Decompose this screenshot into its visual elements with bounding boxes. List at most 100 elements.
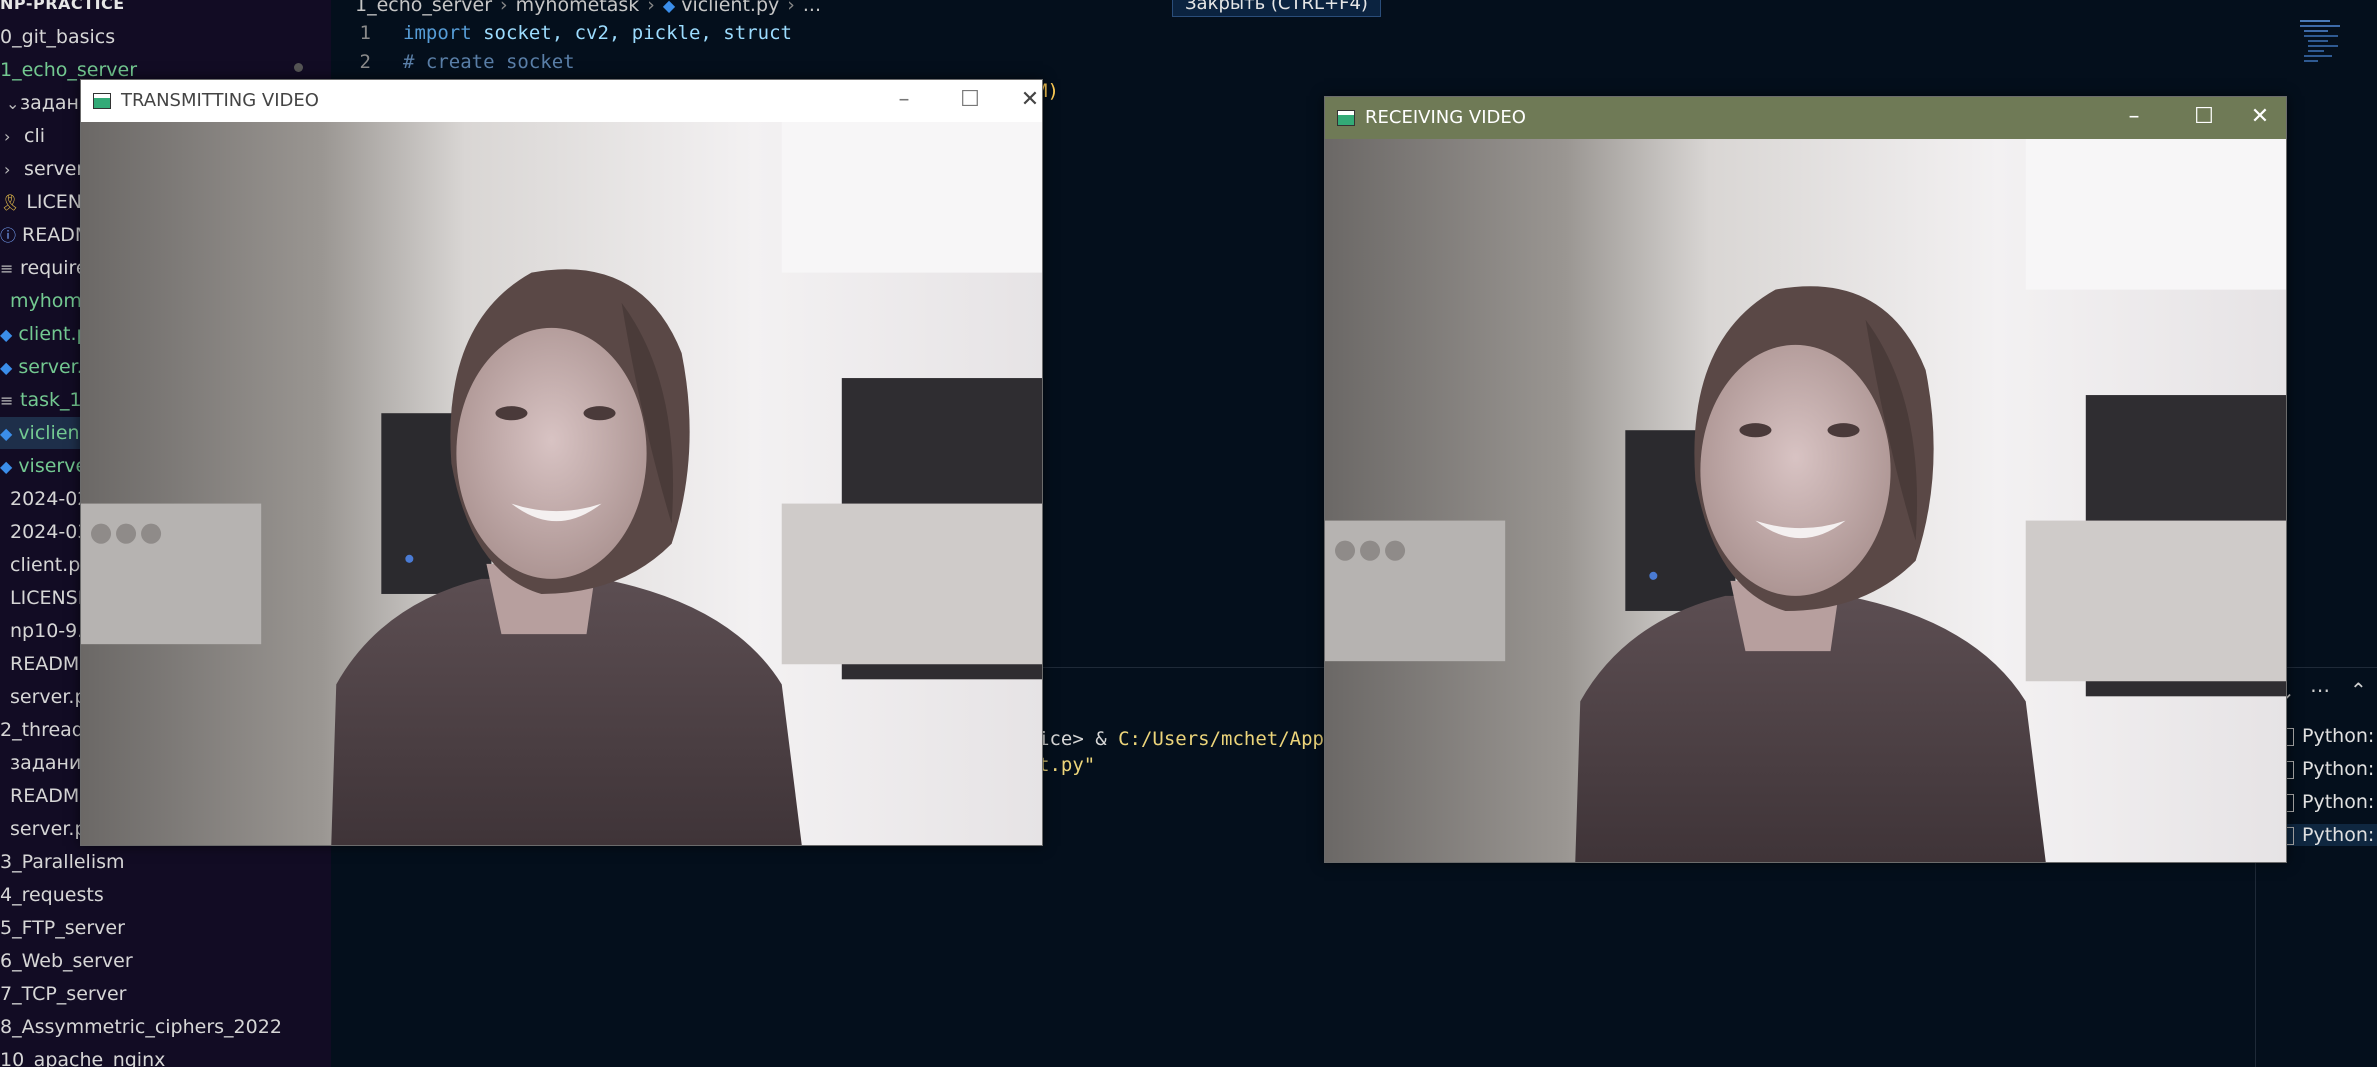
tree-label: 0_git_basics [0,26,116,48]
transmitting-video-window[interactable]: TRANSMITTING VIDEO – ☐ ✕ [80,79,1043,846]
receiving-video-window[interactable]: RECEIVING VIDEO – ☐ ✕ [1324,96,2287,863]
window-titlebar[interactable]: TRANSMITTING VIDEO – ☐ ✕ [81,80,1042,122]
terminal-session-item[interactable]: Python: v [2282,791,2377,813]
video-frame [1325,139,2286,862]
tree-label: viclient [18,422,88,444]
tree-label: LICENSE [10,587,90,609]
more-actions-icon[interactable]: ⋯ [2310,678,2330,702]
terminal-line: ice> & C:/Users/mchet/AppD [1038,728,1335,750]
tree-label: 6_Web_server [0,950,133,972]
terminal-path: C:/Users/mchet/AppD [1118,728,1336,750]
maximize-button[interactable]: ☐ [947,80,993,122]
minimize-button[interactable]: – [881,80,927,122]
tree-folder-assymmetric[interactable]: 8_Assymmetric_ciphers_2022 [0,1011,282,1043]
close-button[interactable]: ✕ [2237,97,2283,139]
chevron-right-icon: › [787,0,795,16]
tree-label: 5_FTP_server [0,917,125,939]
terminal-prompt: ice> & [1038,728,1119,750]
chevron-right-icon: › [4,160,11,179]
tree-folder-requests[interactable]: 4_requests [0,879,104,911]
chevron-right-icon: › [647,0,655,16]
terminal-session-label: Python: v [2302,791,2377,813]
explorer-root-title[interactable]: NP-PRACTICE [0,0,125,16]
python-file-icon: ◆ [0,325,13,344]
python-file-icon: ◆ [662,0,676,15]
tree-folder-2024-03[interactable]: 2024-03 [10,516,89,548]
tree-folder-apache-nginx[interactable]: 10_apache_nginx [0,1044,165,1067]
tree-file-requirements[interactable]: ≡ require [0,252,88,284]
line-number: 1 [359,22,371,44]
tree-label: server [24,158,85,180]
tree-label: 7_TCP_server [0,983,127,1005]
window-titlebar[interactable]: RECEIVING VIDEO – ☐ ✕ [1325,97,2286,139]
tree-folder-web-server[interactable]: 6_Web_server [0,945,133,977]
chevron-right-icon: › [4,127,11,146]
code-line[interactable]: 1 import socket, cv2, pickle, struct [331,22,792,44]
tree-file-task-1[interactable]: ≡ task_1 [0,384,82,416]
code-keyword: import [403,22,472,44]
tree-label: 4_requests [0,884,104,906]
tree-label: 1_echo_server [0,59,138,81]
breadcrumb-item[interactable]: myhometask [516,0,640,16]
tree-label: 2024-02 [10,488,90,510]
terminal-session-item[interactable]: Python: c [2282,758,2377,780]
tree-file-viserver-py[interactable]: ◆ viserve [0,450,87,482]
minimize-button[interactable]: – [2111,97,2157,139]
tree-folder-2024-02[interactable]: 2024-02 [10,483,89,515]
tree-file-readme[interactable]: ⓘ READM [0,219,91,251]
minimap[interactable] [2300,18,2360,78]
tree-label: 10_apache_nginx [0,1049,166,1067]
breadcrumb: 1_echo_server › myhometask › ◆ viclient.py ›..… [355,0,821,16]
lines-icon: ≡ [0,391,14,410]
chevron-right-icon: › [500,0,508,16]
python-file-icon: ◆ [0,358,13,377]
tree-label: 8_Assymmetric_ciphers_2022 [0,1016,282,1038]
tree-folder-server[interactable]: › server [4,153,84,185]
info-icon: ⓘ [0,226,17,245]
tree-folder-parallelism[interactable]: 3_Parallelism [0,846,125,878]
python-file-icon: ◆ [0,457,13,476]
video-frame [81,122,1042,845]
maximize-button[interactable]: ☐ [2181,97,2227,139]
tree-label: 2024-03 [10,521,90,543]
terminal-line: t.py" [1038,754,1096,776]
webcam-image [1325,139,2286,862]
tree-label: 3_Parallelism [0,851,125,873]
tree-folder-ftp-server[interactable]: 5_FTP_server [0,912,125,944]
app-icon [93,93,111,109]
chevron-down-icon: ⌄ [6,94,20,113]
webcam-image [81,122,1042,845]
code-comment: # create socket [403,51,575,73]
window-title: TRANSMITTING VIDEO [121,90,319,111]
line-number: 2 [359,51,371,73]
python-file-icon: ◆ [0,424,13,443]
modified-dot-icon [294,63,303,72]
breadcrumb-item[interactable]: ... [803,0,821,16]
tree-label: viserve [18,455,88,477]
tree-folder-cli[interactable]: › cli [4,120,45,152]
tree-file-license-2[interactable]: LICENSE [10,582,90,614]
chevron-up-icon[interactable]: ⌃ [2350,678,2367,702]
breadcrumb-item[interactable]: viclient.py [681,0,779,16]
lines-icon: ≡ [0,259,14,278]
window-title: RECEIVING VIDEO [1365,107,1526,128]
tree-folder-git-basics[interactable]: 0_git_basics [0,21,115,53]
tree-label: require [20,257,88,279]
terminal-session-label: Python: c [2302,758,2377,780]
code-text: socket, cv2, pickle, struct [483,22,792,44]
tree-file-client-py[interactable]: ◆ client.p [0,318,89,350]
close-tab-tooltip: Закрыть (CTRL+F4) [1172,0,1381,17]
app-icon [1337,110,1355,126]
terminal-session-item[interactable]: Python: s [2282,725,2377,747]
terminal-session-item-active[interactable]: Python: v [2282,824,2377,846]
terminal-session-label: Python: s [2302,725,2377,747]
license-icon: 🎗 [0,193,21,212]
tree-label: task_1 [20,389,82,411]
tree-label: client.p [18,323,89,345]
terminal-session-label: Python: v [2302,824,2377,846]
close-button[interactable]: ✕ [1007,80,1053,122]
tree-folder-tcp-server[interactable]: 7_TCP_server [0,978,126,1010]
breadcrumb-item[interactable]: 1_echo_server [355,0,492,16]
tree-label: cli [24,125,46,147]
code-line[interactable]: 2 # create socket [331,51,575,73]
